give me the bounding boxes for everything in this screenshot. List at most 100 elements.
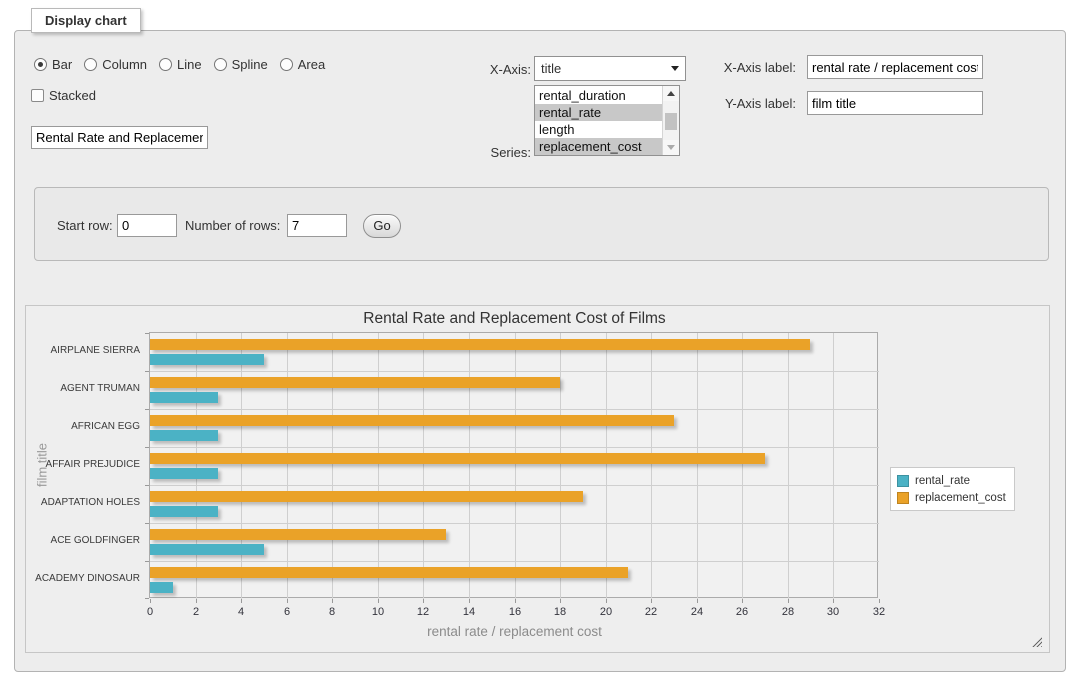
- series-option-rental-rate[interactable]: rental_rate: [535, 104, 662, 121]
- x-axis-label: X-Axis:: [441, 62, 531, 77]
- v-gridline: [560, 333, 561, 599]
- legend-label: replacement_cost: [915, 492, 1006, 504]
- scroll-up-icon[interactable]: [663, 86, 679, 101]
- legend-swatch: [897, 475, 909, 487]
- x-tick-mark: [742, 599, 743, 603]
- bar-replacement-cost-adaptation-holes: [150, 491, 583, 502]
- x-tick-mark: [879, 599, 880, 603]
- series-option-rental-duration[interactable]: rental_duration: [535, 87, 662, 104]
- y-category-label: ACE GOLDFINGER: [34, 522, 140, 560]
- y-category-label: ACADEMY DINOSAUR: [34, 560, 140, 598]
- v-gridline: [196, 333, 197, 599]
- h-gridline: [150, 371, 879, 372]
- y-category-label: ADAPTATION HOLES: [34, 484, 140, 522]
- x-tick-mark: [287, 599, 288, 603]
- series-label: Series:: [441, 145, 531, 160]
- chart-type-radio-group: Bar Column Line Spline Area: [34, 57, 325, 72]
- radio-option-area[interactable]: Area: [280, 57, 325, 72]
- y-axis-label-input[interactable]: [807, 91, 983, 115]
- y-tick-mark: [145, 598, 149, 599]
- stacked-checkbox-row[interactable]: Stacked: [31, 88, 96, 103]
- bar-rental-rate-agent-truman: [150, 392, 218, 403]
- radio-label: Spline: [232, 57, 268, 72]
- resize-grip-icon[interactable]: [1032, 637, 1042, 647]
- bar-rental-rate-adaptation-holes: [150, 506, 218, 517]
- x-tick-label: 26: [722, 606, 762, 618]
- listbox-scrollbar[interactable]: [662, 86, 679, 155]
- radio-label: Area: [298, 57, 325, 72]
- scroll-down-icon[interactable]: [663, 140, 679, 155]
- x-axis-select[interactable]: title: [534, 56, 686, 81]
- x-tick-mark: [606, 599, 607, 603]
- x-tick-label: 10: [358, 606, 398, 618]
- radio-icon: [84, 58, 97, 71]
- radio-label: Column: [102, 57, 147, 72]
- chart-panel: Rental Rate and Replacement Cost of Film…: [25, 305, 1050, 653]
- x-tick-mark: [515, 599, 516, 603]
- bar-replacement-cost-affair-prejudice: [150, 453, 765, 464]
- radio-label: Bar: [52, 57, 72, 72]
- v-gridline: [287, 333, 288, 599]
- x-tick-mark: [378, 599, 379, 603]
- x-tick-label: 28: [768, 606, 808, 618]
- x-tick-label: 22: [631, 606, 671, 618]
- stacked-checkbox[interactable]: [31, 89, 44, 102]
- x-axis-selected-value: title: [541, 61, 671, 76]
- fieldset-legend-title: Display chart: [31, 8, 141, 33]
- radio-icon: [280, 58, 293, 71]
- start-row-input[interactable]: [117, 214, 177, 237]
- y-category-label: AFFAIR PREJUDICE: [34, 446, 140, 484]
- x-axis-label-field-label: X-Axis label:: [704, 60, 796, 75]
- x-tick-mark: [560, 599, 561, 603]
- x-tick-label: 32: [859, 606, 899, 618]
- x-tick-label: 24: [677, 606, 717, 618]
- number-of-rows-input[interactable]: [287, 214, 347, 237]
- series-option-replacement-cost[interactable]: replacement_cost: [535, 138, 662, 155]
- series-listbox[interactable]: rental_durationrental_ratelengthreplacem…: [534, 85, 680, 156]
- scrollbar-thumb[interactable]: [665, 113, 677, 130]
- radio-option-spline[interactable]: Spline: [214, 57, 268, 72]
- chevron-down-icon: [671, 66, 679, 71]
- h-gridline: [150, 409, 879, 410]
- v-gridline: [378, 333, 379, 599]
- bar-rental-rate-ace-goldfinger: [150, 544, 264, 555]
- legend-item: rental_rate: [897, 472, 1006, 489]
- y-tick-mark: [145, 447, 149, 448]
- legend-item: replacement_cost: [897, 489, 1006, 506]
- x-tick-mark: [241, 599, 242, 603]
- radio-option-bar[interactable]: Bar: [34, 57, 72, 72]
- number-of-rows-label: Number of rows:: [185, 218, 280, 233]
- v-gridline: [469, 333, 470, 599]
- bar-replacement-cost-academy-dinosaur: [150, 567, 628, 578]
- x-tick-label: 12: [403, 606, 443, 618]
- v-gridline: [651, 333, 652, 599]
- bar-replacement-cost-ace-goldfinger: [150, 529, 446, 540]
- v-gridline: [241, 333, 242, 599]
- chart-title-input[interactable]: [31, 126, 208, 149]
- h-gridline: [150, 523, 879, 524]
- x-tick-label: 20: [586, 606, 626, 618]
- stacked-label: Stacked: [49, 88, 96, 103]
- bar-rental-rate-academy-dinosaur: [150, 582, 173, 593]
- radio-option-line[interactable]: Line: [159, 57, 202, 72]
- legend-swatch: [897, 492, 909, 504]
- series-option-length[interactable]: length: [535, 121, 662, 138]
- x-axis-label-input[interactable]: [807, 55, 983, 79]
- y-tick-mark: [145, 485, 149, 486]
- row-controls-panel: Start row: Number of rows: Go: [34, 187, 1049, 261]
- go-button[interactable]: Go: [363, 214, 401, 238]
- start-row-label: Start row:: [57, 218, 113, 233]
- bar-rental-rate-affair-prejudice: [150, 468, 218, 479]
- y-tick-mark: [145, 523, 149, 524]
- radio-icon: [34, 58, 47, 71]
- x-tick-mark: [788, 599, 789, 603]
- x-tick-mark: [469, 599, 470, 603]
- x-tick-label: 14: [449, 606, 489, 618]
- radio-option-column[interactable]: Column: [84, 57, 147, 72]
- y-tick-mark: [145, 333, 149, 334]
- h-gridline: [150, 447, 879, 448]
- radio-icon: [214, 58, 227, 71]
- x-tick-mark: [332, 599, 333, 603]
- v-gridline: [742, 333, 743, 599]
- v-gridline: [788, 333, 789, 599]
